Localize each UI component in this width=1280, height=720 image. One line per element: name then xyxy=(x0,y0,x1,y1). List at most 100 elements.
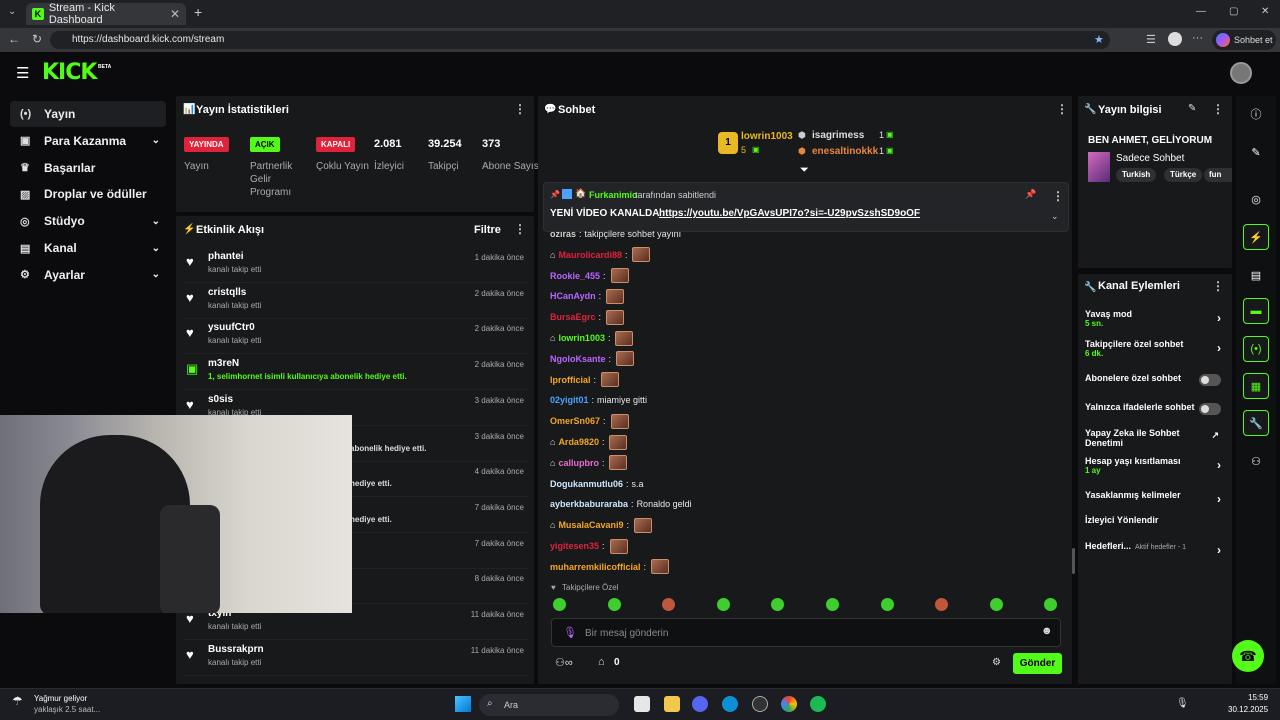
tag-chip[interactable]: Turkish xyxy=(1116,168,1157,182)
chat-username[interactable]: Maurolicardi88 xyxy=(558,250,622,260)
user-avatar[interactable] xyxy=(1230,62,1252,84)
sidebar-item-ayarlar[interactable]: ⚙ Ayarlar ⌄ xyxy=(10,262,166,288)
quick-emote-icon[interactable] xyxy=(607,598,621,611)
chat-rail-icon[interactable]: ▬ xyxy=(1243,298,1269,324)
chat-username[interactable]: BursaEgrc xyxy=(550,312,596,322)
chat-username[interactable]: lowrin1003 xyxy=(558,333,605,343)
maximize-icon[interactable]: ▢ xyxy=(1229,6,1238,17)
taskbar-search[interactable]: ⌕ Ara xyxy=(479,694,619,716)
activity-username[interactable]: cristqlls xyxy=(208,287,246,298)
edge-icon[interactable] xyxy=(722,696,738,712)
chat-input[interactable]: 🎙 Bir mesaj gönderin ☻ xyxy=(551,618,1061,647)
quick-emote-icon[interactable] xyxy=(716,598,730,611)
chat-username[interactable]: Arda9820 xyxy=(558,437,599,447)
activity-row[interactable]: ♥ phantei kanalı takip etti 1 dakika önce xyxy=(184,248,528,283)
activity-filter-button[interactable]: Filtre xyxy=(474,224,501,236)
send-button[interactable]: Gönder xyxy=(1013,653,1062,674)
activity-row[interactable]: ♥ Bussrakprn kanalı takip etti 11 dakika ön… xyxy=(184,641,528,676)
chat-username[interactable]: 02yigit01 xyxy=(550,395,589,405)
copilot-chat-button[interactable]: Sohbet et xyxy=(1212,30,1276,50)
chat-username[interactable]: MusalaCavani9 xyxy=(558,520,623,530)
chat-username[interactable]: callupbro xyxy=(558,458,599,468)
clock-date[interactable]: 30.12.2025 xyxy=(1228,705,1268,714)
channel-action-item[interactable]: Hesap yaşı kısıtlaması 1 ay › xyxy=(1085,456,1225,480)
chat-username[interactable]: OmerSn067 xyxy=(550,416,600,426)
emote-icon[interactable] xyxy=(606,288,625,304)
browser-tab[interactable]: K Stream - Kick Dashboard ✕ xyxy=(26,2,186,26)
activity-row[interactable]: ♥ cristqlls kanalı takip etti 2 dakika önce xyxy=(184,284,528,319)
channel-action-item[interactable]: İzleyici Yönlendir xyxy=(1085,515,1225,539)
tag-chip[interactable]: fun xyxy=(1204,168,1232,182)
edit-icon[interactable]: ✎ xyxy=(1243,139,1269,165)
sidebar-item-st-dyo[interactable]: ◎ Stüdyo ⌄ xyxy=(10,208,166,234)
chat-username[interactable]: ozıras xyxy=(550,229,576,239)
spotify-icon[interactable] xyxy=(810,696,826,712)
sidebar-item-ba-ar-lar[interactable]: ♛ Başarılar xyxy=(10,155,166,181)
channel-action-item[interactable]: Yalnızca ifadelerle sohbet xyxy=(1085,402,1225,426)
top-gifter-3-name[interactable]: enesaltinokkk xyxy=(812,146,878,157)
channel-action-item[interactable]: Hedefleri... Aktif hedefler - 1 › xyxy=(1085,541,1225,565)
tools-rail-icon[interactable]: 🔧 xyxy=(1243,410,1269,436)
tab-list-icon[interactable]: ⌄ xyxy=(8,6,16,17)
channel-action-item[interactable]: Takipçilere özel sohbet 6 dk. › xyxy=(1085,339,1225,363)
minimize-icon[interactable]: — xyxy=(1196,6,1206,17)
edit-pencil-icon[interactable]: ✎ xyxy=(1188,103,1196,114)
quick-emote-icon[interactable] xyxy=(553,598,566,611)
collections-icon[interactable]: ☰ xyxy=(1146,33,1156,46)
microphone-tray-icon[interactable]: 🎙 xyxy=(1176,698,1189,709)
stats-menu-icon[interactable]: ⋮ xyxy=(514,102,526,116)
emote-icon[interactable] xyxy=(601,372,620,388)
reload-icon[interactable]: ↻ xyxy=(32,32,42,46)
sidebar-item-kanal[interactable]: ▤ Kanal ⌄ xyxy=(10,235,166,261)
back-icon[interactable]: ← xyxy=(8,32,20,46)
microphone-icon[interactable]: 🎙 xyxy=(563,626,577,639)
activity-username[interactable]: phantei xyxy=(208,251,244,262)
target-icon[interactable]: ◎ xyxy=(1243,186,1269,212)
discord-icon[interactable] xyxy=(692,696,708,712)
chat-username[interactable]: NgoloKsante xyxy=(550,354,606,364)
channel-points-icon[interactable]: ⚇∞ xyxy=(555,656,573,669)
chat-username[interactable]: Dogukanmutlu06 xyxy=(550,479,623,489)
emoji-icon[interactable]: ☻ xyxy=(1041,625,1053,637)
emote-icon[interactable] xyxy=(610,413,629,429)
stats-rail-icon[interactable]: ▦ xyxy=(1243,373,1269,399)
quick-emote-icon[interactable] xyxy=(989,598,1003,611)
emote-icon[interactable] xyxy=(615,330,634,346)
toggle-switch[interactable] xyxy=(1199,403,1221,415)
windows-start-icon[interactable] xyxy=(455,696,471,712)
activity-menu-icon[interactable]: ⋮ xyxy=(514,222,526,236)
expand-gifters-icon[interactable]: ⏷ xyxy=(800,164,809,177)
activity-username[interactable]: m3reN xyxy=(208,358,239,369)
favorite-star-icon[interactable]: ★ xyxy=(1094,33,1104,46)
chat-username[interactable]: HCanAydn xyxy=(550,291,596,301)
chevron-down-icon[interactable]: ⌄ xyxy=(1051,211,1059,222)
channel-actions-menu-icon[interactable]: ⋮ xyxy=(1212,279,1224,293)
chat-username[interactable]: lprofficial xyxy=(550,375,591,385)
clock-time[interactable]: 15:59 xyxy=(1248,693,1268,702)
info-icon[interactable]: ⓘ xyxy=(1243,101,1269,127)
url-bar[interactable]: https://dashboard.kick.com/stream xyxy=(50,31,1110,49)
emote-icon[interactable] xyxy=(610,268,629,284)
chat-scrollbar[interactable] xyxy=(1072,548,1075,574)
quick-emote-icon[interactable] xyxy=(880,598,894,611)
support-chat-button[interactable]: ☎ xyxy=(1232,640,1264,672)
category-name[interactable]: Sadece Sohbet xyxy=(1116,153,1184,164)
sidebar-item-para-kazanma[interactable]: ▣ Para Kazanma ⌄ xyxy=(10,128,166,154)
emote-icon[interactable] xyxy=(609,434,628,450)
activity-username[interactable]: ysuufCtr0 xyxy=(208,322,255,333)
chat-menu-icon[interactable]: ⋮ xyxy=(1056,102,1068,116)
file-explorer-icon[interactable] xyxy=(664,696,680,712)
unpin-icon[interactable]: 📌 xyxy=(1025,189,1036,200)
channel-action-item[interactable]: Yapay Zeka ile Sohbet Denetimi ↗ xyxy=(1085,428,1225,452)
lightning-rail-icon[interactable]: ⚡ xyxy=(1243,224,1269,250)
kick-logo[interactable]: KICK xyxy=(42,60,97,85)
channel-action-item[interactable]: Abonelere özel sohbet xyxy=(1085,373,1225,397)
activity-row[interactable]: ▣ m3reN 1, selimhornet isimli kullanıcıya … xyxy=(184,355,528,391)
close-tab-icon[interactable]: ✕ xyxy=(170,7,180,21)
chat-username[interactable]: Rookie_455 xyxy=(550,271,600,281)
top-gifter-1-name[interactable]: lowrin1003 xyxy=(741,131,793,142)
top-gifter-2-name[interactable]: isagrimess xyxy=(812,130,864,141)
sidebar-item-droplar-ve-d-ller[interactable]: ▨ Droplar ve ödüller xyxy=(10,181,166,207)
new-tab-icon[interactable]: + xyxy=(194,4,202,20)
chat-username[interactable]: ayberkbaburaraba xyxy=(550,499,628,509)
